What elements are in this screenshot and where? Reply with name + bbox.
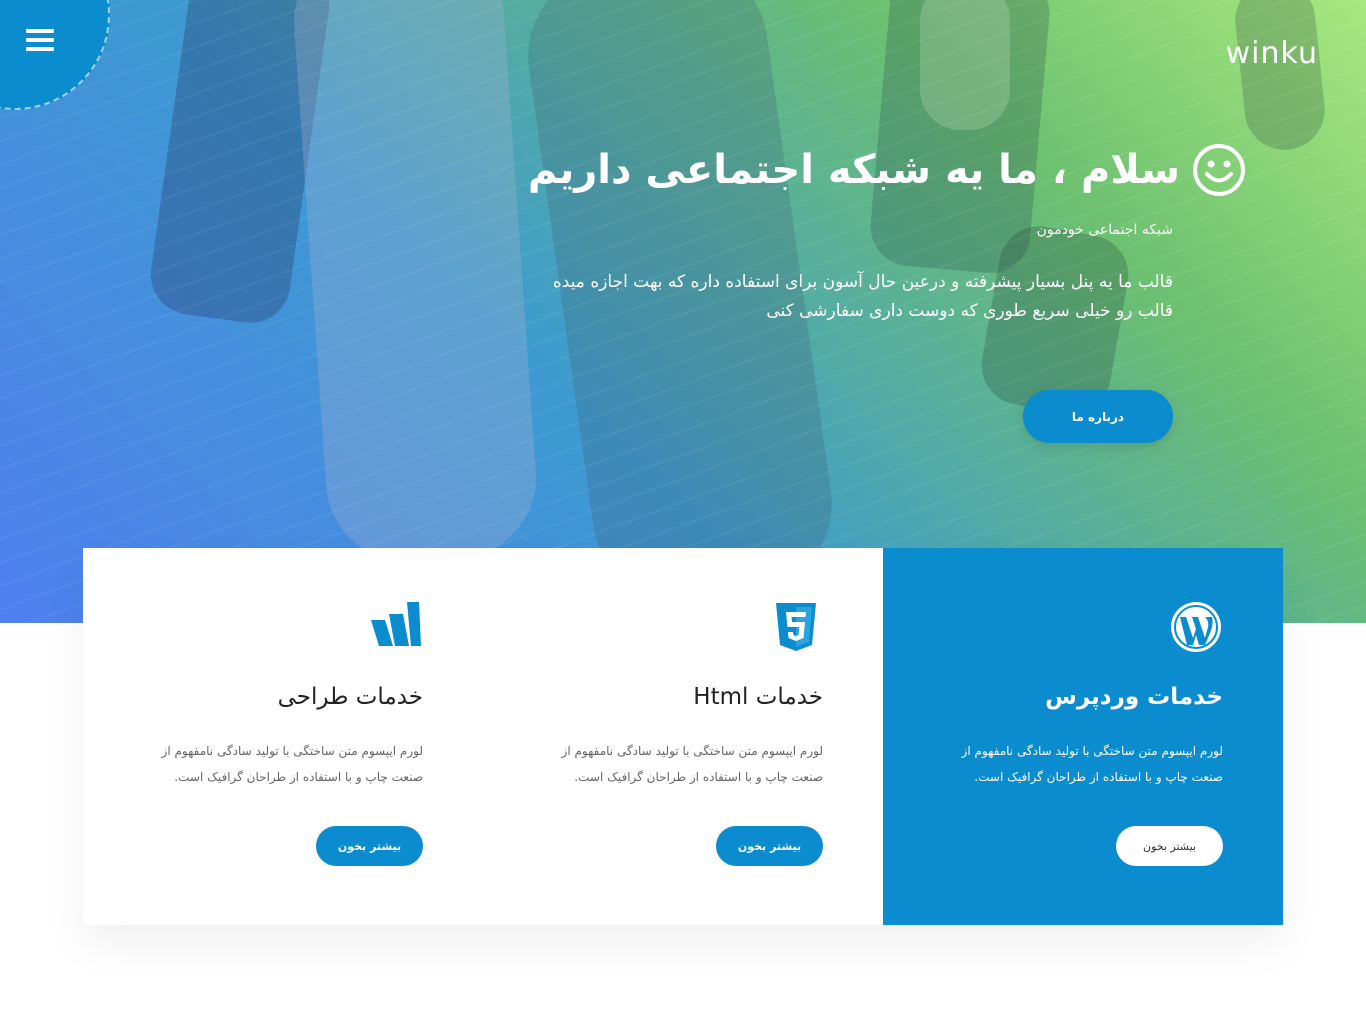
- hamburger-icon: [26, 29, 54, 33]
- service-title: خدمات طراحی: [277, 684, 423, 710]
- hamburger-icon-line: [26, 47, 54, 51]
- services-section: خدمات طراحی لورم ایپسوم متن ساختگی با تو…: [83, 548, 1283, 925]
- service-title: خدمات Html: [693, 684, 823, 710]
- hamburger-icon-line: [26, 38, 54, 42]
- hero-subtitle: شبکه اجتماعی خودمون: [1036, 222, 1173, 238]
- read-more-button[interactable]: بیشتر بخون: [1116, 826, 1223, 866]
- design-icon: [371, 602, 421, 646]
- wordpress-icon: [1171, 602, 1221, 652]
- service-card-design: خدمات طراحی لورم ایپسوم متن ساختگی با تو…: [83, 548, 483, 925]
- about-us-button[interactable]: درباره ما: [1023, 390, 1173, 443]
- hero-title-text: سلام ، ما یه شبکه اجتماعی داریم: [527, 147, 1180, 193]
- hero-description: قالب ما یه پنل بسیار پیشرفته و درعین حال…: [552, 272, 1173, 321]
- service-description: لورم ایپسوم متن ساختگی با تولید سادگی نا…: [561, 744, 823, 784]
- smile-icon: [1193, 144, 1245, 196]
- html5-icon: [776, 603, 816, 651]
- menu-button[interactable]: [26, 29, 54, 55]
- service-title: خدمات وردپرس: [1045, 684, 1223, 710]
- logo[interactable]: winku: [1226, 36, 1318, 71]
- read-more-button[interactable]: بیشتر بخون: [716, 826, 823, 866]
- hero-title: سلام ، ما یه شبکه اجتماعی داریم: [528, 143, 1246, 197]
- read-more-button[interactable]: بیشتر بخون: [316, 826, 423, 866]
- service-description: لورم ایپسوم متن ساختگی با تولید سادگی نا…: [961, 744, 1223, 784]
- hero-section: winku سلام ، ما یه شبکه اجتماعی داریم شب…: [0, 0, 1366, 623]
- service-description: لورم ایپسوم متن ساختگی با تولید سادگی نا…: [161, 744, 423, 784]
- service-card-html: خدمات Html لورم ایپسوم متن ساختگی با تول…: [483, 548, 883, 925]
- service-card-wordpress: خدمات وردپرس لورم ایپسوم متن ساختگی با ت…: [883, 548, 1283, 925]
